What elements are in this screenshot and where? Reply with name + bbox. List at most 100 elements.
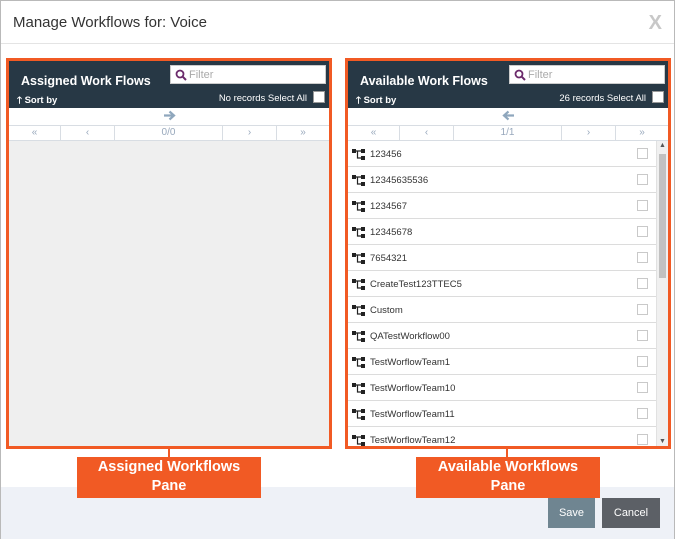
workflow-name: TestWorflowTeam10 <box>370 383 456 394</box>
workflow-icon <box>352 149 365 160</box>
workflow-checkbox[interactable] <box>637 304 648 315</box>
assigned-pager: « ‹ 0/0 › » <box>9 125 329 141</box>
workflow-checkbox[interactable] <box>637 382 648 393</box>
assigned-last-page-button[interactable]: » <box>277 126 329 140</box>
workflow-icon <box>352 305 365 316</box>
sort-arrow-icon: 🡑 <box>17 95 22 106</box>
workflow-checkbox[interactable] <box>637 356 648 367</box>
available-callout-line1: Available Workflows <box>437 459 579 475</box>
cancel-button[interactable]: Cancel <box>602 498 660 528</box>
workflow-icon <box>352 357 365 368</box>
available-select-all-label: Select All <box>606 93 646 104</box>
workflow-checkbox[interactable] <box>637 252 648 263</box>
assigned-page-info: 0/0 <box>115 126 223 140</box>
workflow-checkbox[interactable] <box>637 434 648 445</box>
move-to-assigned-button[interactable] <box>348 108 668 125</box>
manage-workflows-dialog: Manage Workflows for: Voice X Assigned W… <box>0 0 675 539</box>
assigned-next-page-button[interactable]: › <box>223 126 277 140</box>
dialog-title: Manage Workflows for: Voice <box>13 14 207 31</box>
available-workflows-pane: Available Work Flows 🡑 Sort by 26 record… <box>345 58 671 449</box>
workflow-icon <box>352 383 365 394</box>
assigned-pane-header: Assigned Work Flows 🡑 Sort by No records… <box>9 61 329 108</box>
workflow-name: CreateTest123TTEC5 <box>370 279 462 290</box>
workflow-icon <box>352 409 365 420</box>
arrow-right-icon <box>163 110 176 121</box>
available-records-count: 26 records <box>559 93 605 104</box>
scrollbar-thumb[interactable] <box>659 154 666 278</box>
workflow-name: 123456 <box>370 149 402 160</box>
assigned-sort-by[interactable]: 🡑 Sort by <box>17 93 57 109</box>
workflow-checkbox[interactable] <box>637 226 648 237</box>
workflow-name: 1234567 <box>370 201 407 212</box>
workflow-row[interactable]: CreateTest123TTEC5 <box>348 271 656 297</box>
scroll-down-icon[interactable]: ▼ <box>659 438 666 445</box>
available-pane-header: Available Work Flows 🡑 Sort by 26 record… <box>348 61 668 108</box>
workflow-row[interactable]: QATestWorkflow00 <box>348 323 656 349</box>
available-pager: « ‹ 1/1 › » <box>348 125 668 141</box>
available-filter-box[interactable] <box>509 65 665 84</box>
available-callout-line2: Pane <box>490 478 526 494</box>
search-icon <box>514 69 526 81</box>
available-first-page-button[interactable]: « <box>348 126 400 140</box>
assigned-records-info: No records Select All <box>219 93 307 104</box>
workflow-row[interactable]: 12345635536 <box>348 167 656 193</box>
available-list-scrollbar[interactable]: ▲ ▼ <box>656 141 668 446</box>
assigned-pane-title: Assigned Work Flows <box>21 74 151 88</box>
assigned-records-count: No records <box>218 93 266 104</box>
workflow-row[interactable]: 1234567 <box>348 193 656 219</box>
assigned-callout-line2: Pane <box>151 478 187 494</box>
workflow-icon <box>352 227 365 238</box>
workflow-checkbox[interactable] <box>637 408 648 419</box>
available-pane-callout: Available Workflows Pane <box>416 457 600 498</box>
save-button[interactable]: Save <box>548 498 595 528</box>
close-button[interactable]: X <box>649 13 662 33</box>
sort-arrow-icon: 🡑 <box>356 95 361 106</box>
workflow-checkbox[interactable] <box>637 200 648 211</box>
scroll-up-icon[interactable]: ▲ <box>659 142 666 149</box>
workflow-checkbox[interactable] <box>637 278 648 289</box>
workflow-row[interactable]: 12345678 <box>348 219 656 245</box>
assigned-first-page-button[interactable]: « <box>9 126 61 140</box>
workflow-checkbox[interactable] <box>637 330 648 341</box>
available-workflow-list: 123456 12345635536 1234567 12345678 7654321 C… <box>348 141 656 446</box>
workflow-row[interactable]: Custom <box>348 297 656 323</box>
workflow-checkbox[interactable] <box>637 148 648 159</box>
assigned-select-all-label: Select All <box>267 93 307 104</box>
available-prev-page-button[interactable]: ‹ <box>400 126 454 140</box>
workflow-icon <box>352 201 365 212</box>
workflow-name: TestWorflowTeam1 <box>370 357 451 368</box>
available-last-page-button[interactable]: » <box>616 126 668 140</box>
assigned-prev-page-button[interactable]: ‹ <box>61 126 115 140</box>
available-filter-input[interactable] <box>528 67 662 82</box>
move-to-available-button[interactable] <box>9 108 329 125</box>
assigned-filter-box[interactable] <box>170 65 326 84</box>
available-next-page-button[interactable]: › <box>562 126 616 140</box>
workflow-name: 7654321 <box>370 253 407 264</box>
workflow-row[interactable]: 123456 <box>348 141 656 167</box>
workflow-row[interactable]: TestWorflowTeam1 <box>348 349 656 375</box>
workflow-name: Custom <box>370 305 403 316</box>
workflow-name: 12345635536 <box>370 175 429 186</box>
workflow-name: QATestWorkflow00 <box>370 331 450 342</box>
assigned-pane-callout: Assigned Workflows Pane <box>77 457 261 498</box>
available-sort-by[interactable]: 🡑 Sort by <box>356 93 396 109</box>
workflow-checkbox[interactable] <box>637 174 648 185</box>
available-select-all-checkbox[interactable] <box>652 91 664 103</box>
workflow-icon <box>352 253 365 264</box>
assigned-workflow-list <box>9 141 329 446</box>
workflow-row[interactable]: TestWorflowTeam12 <box>348 427 656 446</box>
title-divider <box>1 43 674 44</box>
assigned-filter-input[interactable] <box>189 67 323 82</box>
workflow-name: TestWorflowTeam12 <box>370 435 456 446</box>
arrow-left-icon <box>501 110 514 121</box>
workflow-name: TestWorflowTeam11 <box>370 409 455 420</box>
available-sort-label: Sort by <box>363 95 397 106</box>
workflow-row[interactable]: TestWorflowTeam11 <box>348 401 656 427</box>
workflow-row[interactable]: 7654321 <box>348 245 656 271</box>
assigned-callout-line1: Assigned Workflows <box>97 459 241 475</box>
workflow-row[interactable]: TestWorflowTeam10 <box>348 375 656 401</box>
available-records-info: 26 records Select All <box>559 93 646 104</box>
assigned-workflows-pane: Assigned Work Flows 🡑 Sort by No records… <box>6 58 332 449</box>
assigned-select-all-checkbox[interactable] <box>313 91 325 103</box>
workflow-name: 12345678 <box>370 227 413 238</box>
